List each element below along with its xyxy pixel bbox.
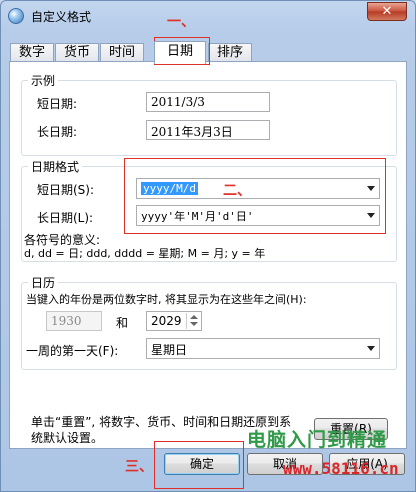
- example-short-value: 2011/3/3: [146, 92, 270, 112]
- tab-currency[interactable]: 货币: [55, 43, 99, 63]
- two-digit-year-text: 当键入的年份是两位数字时, 将其显示为在这些年之间(H):: [26, 293, 307, 306]
- example-long-label: 长日期:: [37, 125, 78, 139]
- tab-time[interactable]: 时间: [100, 43, 144, 63]
- example-long-value: 2011年3月3日: [146, 120, 270, 140]
- watermark-name: 电脑入门到精通: [247, 429, 388, 451]
- short-date-label: 短日期(S):: [37, 183, 95, 197]
- example-group-title: 示例: [28, 72, 59, 89]
- tab-date[interactable]: 日期: [154, 41, 206, 64]
- from-year-field: 1930: [46, 311, 102, 331]
- reset-hint-line2: 统默认设置。: [31, 431, 104, 445]
- to-year-stepper[interactable]: 2029: [146, 311, 202, 331]
- date-format-group-title: 日期格式: [28, 158, 83, 175]
- annotation-step2: 二、: [223, 183, 251, 199]
- first-day-value: 星期日: [151, 343, 188, 357]
- symbols-text: d, dd = 日; ddd, dddd = 星期; M = 月; y = 年: [24, 247, 266, 260]
- annotation-step1: 一、: [167, 14, 195, 30]
- first-day-combo[interactable]: 星期日: [146, 338, 380, 359]
- annotation-box-3: [154, 441, 244, 489]
- tab-number[interactable]: 数字: [10, 43, 54, 63]
- example-group: 示例 短日期: 2011/3/3 长日期: 2011年3月3日: [21, 72, 397, 156]
- tab-sort[interactable]: 排序: [208, 43, 252, 63]
- example-short-label: 短日期:: [37, 97, 78, 111]
- watermark-url: www.58116.cn: [283, 459, 399, 478]
- chevron-down-icon[interactable]: [367, 346, 375, 351]
- tab-panel-date: 示例 短日期: 2011/3/3 长日期: 2011年3月3日 日期格式 短日期…: [9, 61, 407, 449]
- first-day-label: 一周的第一天(F):: [26, 344, 119, 358]
- close-button[interactable]: ✕: [367, 2, 407, 21]
- annotation-box-2: [124, 158, 386, 234]
- calendar-group-title: 日历: [28, 274, 59, 291]
- title-bar: 自定义格式 ✕: [1, 1, 415, 31]
- custom-format-dialog: 自定义格式 ✕ 数字 货币 时间 日期 排序 示例 短日期: 2011/3/3 …: [0, 0, 416, 492]
- stepper-arrows-icon[interactable]: [186, 313, 200, 329]
- globe-icon: [8, 8, 24, 24]
- and-label: 和: [116, 316, 129, 330]
- window-title: 自定义格式: [31, 10, 92, 24]
- calendar-group: 日历 当键入的年份是两位数字时, 将其显示为在这些年之间(H): 1930 和 …: [21, 274, 397, 370]
- annotation-step3: 三、: [125, 459, 153, 475]
- long-date-label: 长日期(L):: [37, 211, 94, 225]
- to-year-value: 2029: [151, 314, 182, 328]
